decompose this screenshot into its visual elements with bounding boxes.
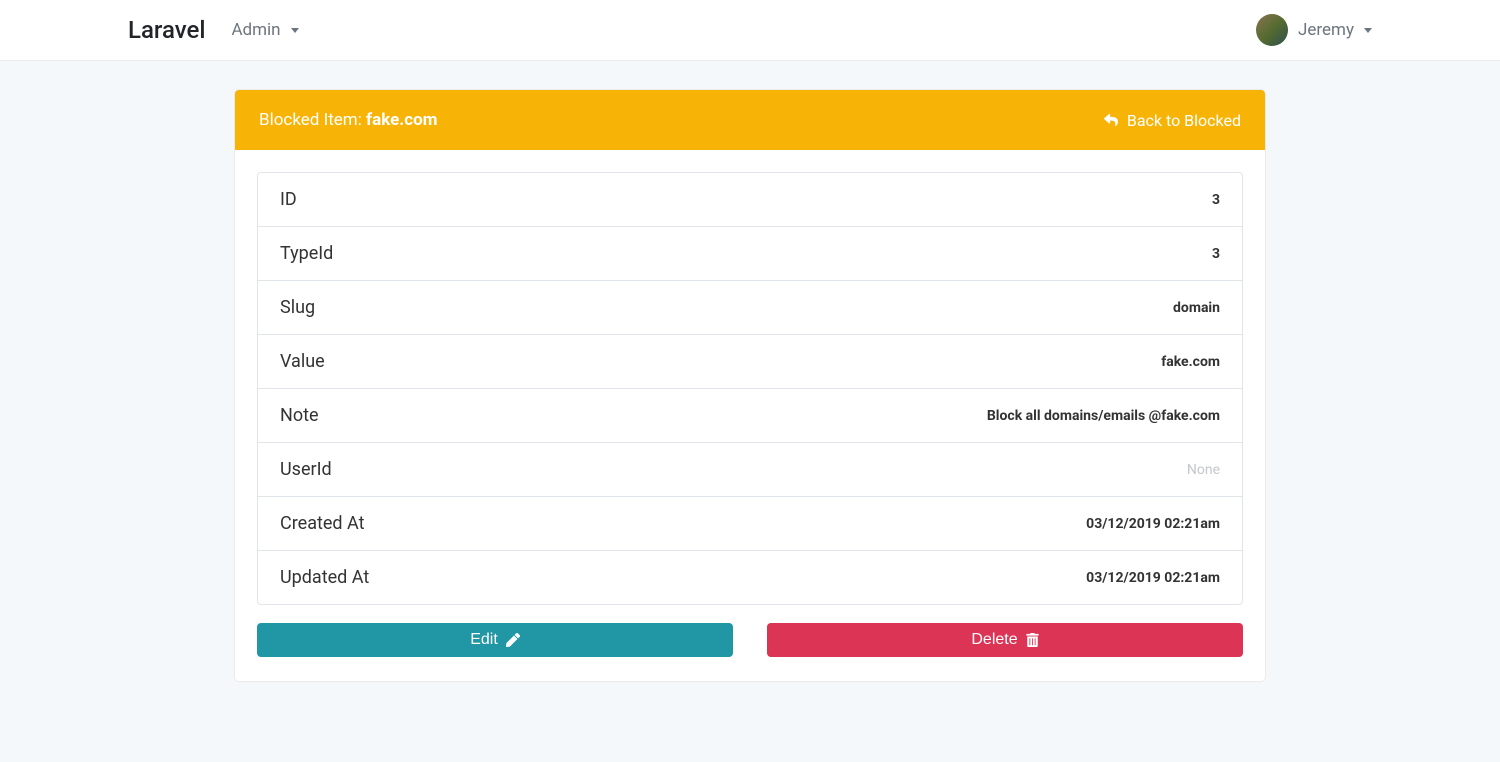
title-prefix: Blocked Item: bbox=[259, 110, 366, 130]
title-value: fake.com bbox=[366, 110, 437, 130]
detail-value: 03/12/2019 02:21am bbox=[1086, 570, 1220, 586]
detail-value: 3 bbox=[1212, 192, 1220, 208]
detail-value: domain bbox=[1173, 300, 1220, 316]
pencil-icon bbox=[506, 633, 520, 647]
back-label: Back to Blocked bbox=[1127, 111, 1241, 130]
detail-label: UserId bbox=[280, 459, 332, 480]
detail-label: Slug bbox=[280, 297, 315, 318]
trash-icon bbox=[1026, 633, 1039, 647]
detail-list: ID 3 TypeId 3 Slug domain Value fake.com Note Blo… bbox=[257, 172, 1243, 605]
delete-button[interactable]: Delete bbox=[767, 623, 1243, 657]
detail-row: Updated At 03/12/2019 02:21am bbox=[258, 551, 1242, 604]
detail-row: Value fake.com bbox=[258, 335, 1242, 389]
caret-down-icon bbox=[1364, 28, 1372, 33]
detail-row: Created At 03/12/2019 02:21am bbox=[258, 497, 1242, 551]
detail-row: TypeId 3 bbox=[258, 227, 1242, 281]
edit-label: Edit bbox=[470, 631, 498, 649]
card-header: Blocked Item: fake.com Back to Blocked bbox=[235, 90, 1265, 150]
detail-label: Updated At bbox=[280, 567, 369, 588]
detail-row: Note Block all domains/emails @fake.com bbox=[258, 389, 1242, 443]
delete-label: Delete bbox=[971, 631, 1017, 649]
detail-value: None bbox=[1187, 462, 1220, 478]
detail-label: ID bbox=[280, 189, 297, 210]
detail-row: UserId None bbox=[258, 443, 1242, 497]
admin-label: Admin bbox=[231, 20, 280, 40]
detail-value: Block all domains/emails @fake.com bbox=[987, 408, 1220, 424]
detail-label: Created At bbox=[280, 513, 365, 534]
reply-icon bbox=[1103, 113, 1119, 127]
brand[interactable]: Laravel bbox=[128, 16, 205, 44]
detail-label: Note bbox=[280, 405, 319, 426]
detail-value: fake.com bbox=[1161, 354, 1220, 370]
blocked-item-card: Blocked Item: fake.com Back to Blocked I… bbox=[234, 89, 1266, 682]
detail-value: 03/12/2019 02:21am bbox=[1086, 516, 1220, 532]
admin-dropdown[interactable]: Admin bbox=[231, 20, 298, 40]
avatar[interactable] bbox=[1256, 14, 1288, 46]
navbar: Laravel Admin Jeremy bbox=[0, 0, 1500, 61]
user-name: Jeremy bbox=[1298, 20, 1354, 40]
caret-down-icon bbox=[291, 28, 299, 33]
detail-row: ID 3 bbox=[258, 173, 1242, 227]
detail-value: 3 bbox=[1212, 246, 1220, 262]
user-dropdown[interactable]: Jeremy bbox=[1298, 20, 1372, 40]
detail-label: TypeId bbox=[280, 243, 333, 264]
card-title: Blocked Item: fake.com bbox=[259, 110, 437, 130]
detail-label: Value bbox=[280, 351, 325, 372]
back-to-blocked-link[interactable]: Back to Blocked bbox=[1103, 111, 1241, 130]
detail-row: Slug domain bbox=[258, 281, 1242, 335]
edit-button[interactable]: Edit bbox=[257, 623, 733, 657]
